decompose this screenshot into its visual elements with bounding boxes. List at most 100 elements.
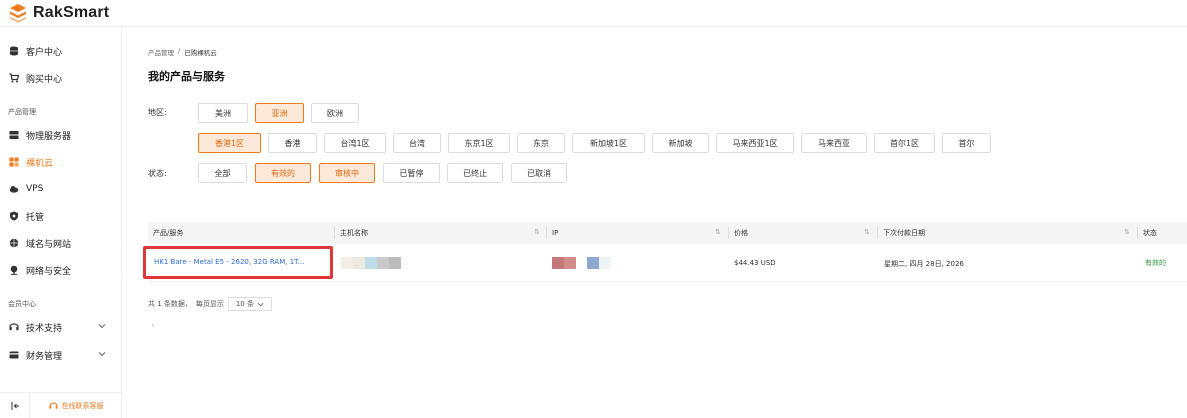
zone-chip-my[interactable]: 马来西亚 — [801, 133, 867, 153]
online-support-button[interactable]: 在线联系客服 — [30, 401, 122, 411]
support-icon — [9, 322, 19, 332]
sidebar-item-tech-support[interactable]: 技术支持 — [0, 315, 122, 339]
highlight-annotation-box — [143, 246, 333, 279]
status-chip-cancelled[interactable]: 已取消 — [511, 163, 567, 183]
region-chip-americas[interactable]: 美洲 — [198, 103, 248, 123]
sidebar-item-label: 域名与网站 — [26, 239, 72, 250]
page-size-select[interactable]: 10 条 — [227, 297, 272, 311]
chevron-down-icon — [98, 352, 106, 357]
zone-chip-my1[interactable]: 马来西亚1区 — [716, 133, 794, 153]
headset-icon — [48, 402, 58, 409]
status-badge: 有效的 — [1145, 259, 1166, 267]
finance-icon — [9, 350, 19, 360]
per-page-label: 每页显示 — [195, 300, 224, 308]
hostname-redacted — [341, 257, 353, 269]
prev-page-icon[interactable]: ‹ — [151, 321, 155, 331]
zone-chip-sg1[interactable]: 新加坡1区 — [572, 133, 645, 153]
column-header-hostname: 主机名称 — [340, 229, 368, 237]
domain-icon — [9, 238, 19, 248]
zone-chip-seoul[interactable]: 首尔 — [942, 133, 991, 153]
status-chip-active[interactable]: 有效的 — [255, 163, 311, 183]
sidebar-bottom-bar: 在线联系客服 — [0, 392, 122, 418]
cluster-icon — [9, 157, 19, 167]
sidebar-item-label: 托管 — [26, 212, 45, 223]
status-chip-reviewing[interactable]: 审核中 — [319, 163, 375, 183]
next-payment-date: 星期二, 四月 28日, 2026 — [884, 260, 964, 268]
column-header-status: 状态 — [1143, 229, 1157, 237]
hostname-redacted — [365, 257, 377, 269]
sidebar-item-vps[interactable]: VPS — [0, 177, 122, 201]
region-chip-europe[interactable]: 欧洲 — [311, 103, 359, 123]
breadcrumb: 产品管理 / 已购裸机云 — [148, 47, 217, 57]
brand-logo[interactable]: RakSmart — [8, 3, 109, 23]
sidebar-item-label: 裸机云 — [26, 158, 54, 169]
zone-chip-tw[interactable]: 台湾 — [393, 133, 441, 153]
zone-chip-seoul1[interactable]: 首尔1区 — [874, 133, 935, 153]
shield-icon — [9, 211, 19, 221]
nav-group-products: 产品管理 — [8, 108, 36, 116]
breadcrumb-parent[interactable]: 产品管理 — [148, 47, 174, 57]
collapse-sidebar-button[interactable] — [0, 392, 30, 418]
sidebar-item-physical-server[interactable]: 物理服务器 — [0, 123, 122, 147]
breadcrumb-separator: / — [178, 47, 181, 55]
ip-redacted — [564, 257, 576, 269]
server-icon — [9, 130, 19, 140]
page-title: 我的产品与服务 — [148, 70, 225, 83]
cloud-icon — [9, 184, 19, 194]
collapse-icon — [11, 401, 19, 410]
table-header: 产品/服务 主机名称 ⇅ IP ⇅ 价格 ⇅ 下次付款日期 ⇅ 状态 — [148, 222, 1187, 244]
main-content: 产品管理 / 已购裸机云 我的产品与服务 地区: 美洲 亚洲 欧洲 香港1区 香… — [123, 27, 1187, 418]
sidebar-item-label: VPS — [26, 184, 44, 194]
zone-chip-sg[interactable]: 新加坡 — [652, 133, 709, 153]
column-divider — [877, 227, 878, 239]
region-chip-asia[interactable]: 亚洲 — [255, 103, 304, 123]
zone-chip-tw1[interactable]: 台湾1区 — [324, 133, 386, 153]
chevron-down-icon — [257, 302, 264, 306]
sidebar: 客户中心 购买中心 产品管理 物理服务器 裸机云 VPS 托管 域名与网站 网络… — [0, 27, 122, 418]
nav-group-member: 会员中心 — [8, 300, 36, 308]
sort-icon[interactable]: ⇅ — [864, 228, 870, 236]
cart-icon — [9, 73, 19, 83]
total-count-text: 共 1 条数据， — [148, 300, 192, 308]
sidebar-item-label: 网络与安全 — [26, 266, 72, 277]
pagination-info: 共 1 条数据， 每页显示 10 条 — [148, 297, 272, 311]
column-header-next-payment: 下次付款日期 — [883, 229, 925, 237]
zone-chip-hk1[interactable]: 香港1区 — [198, 133, 261, 153]
column-divider — [728, 227, 729, 239]
zone-chip-tokyo1[interactable]: 东京1区 — [448, 133, 510, 153]
zone-chip-tokyo[interactable]: 东京 — [517, 133, 565, 153]
status-chip-all[interactable]: 全部 — [198, 163, 247, 183]
zone-chip-hk[interactable]: 香港 — [268, 133, 317, 153]
status-chip-terminated[interactable]: 已终止 — [447, 163, 503, 183]
sidebar-item-network-security[interactable]: 网络与安全 — [0, 258, 122, 282]
sidebar-item-colocation[interactable]: 托管 — [0, 204, 122, 228]
sidebar-item-purchase-center[interactable]: 购买中心 — [0, 66, 122, 90]
online-support-label: 在线联系客服 — [61, 401, 104, 410]
database-icon — [9, 46, 19, 56]
column-header-price: 价格 — [734, 229, 748, 237]
column-divider — [334, 227, 335, 239]
sort-icon[interactable]: ⇅ — [1124, 228, 1130, 236]
brand-name: RakSmart — [33, 4, 110, 21]
region-filter-label: 地区: — [148, 108, 167, 117]
ip-redacted — [587, 257, 599, 269]
ip-redacted — [552, 257, 564, 269]
status-filter-label: 状态: — [148, 169, 167, 178]
hostname-redacted — [353, 257, 365, 269]
network-icon — [9, 265, 19, 275]
sidebar-item-bare-metal-cloud[interactable]: 裸机云 — [0, 150, 122, 174]
sidebar-item-customer-center[interactable]: 客户中心 — [0, 39, 122, 63]
hostname-redacted — [389, 257, 401, 269]
ip-redacted — [599, 257, 611, 269]
sort-icon[interactable]: ⇅ — [715, 228, 721, 236]
sidebar-item-finance[interactable]: 财务管理 — [0, 343, 122, 367]
status-chip-suspended[interactable]: 已暂停 — [383, 163, 440, 183]
column-header-ip: IP — [552, 229, 559, 237]
price-value: $44.43 USD — [734, 259, 776, 267]
sidebar-item-label: 物理服务器 — [26, 131, 72, 142]
sidebar-item-label: 购买中心 — [26, 74, 63, 85]
sort-icon[interactable]: ⇅ — [534, 228, 540, 236]
sidebar-item-label: 技术支持 — [26, 323, 63, 334]
chevron-down-icon — [98, 324, 106, 329]
sidebar-item-domain-website[interactable]: 域名与网站 — [0, 231, 122, 255]
